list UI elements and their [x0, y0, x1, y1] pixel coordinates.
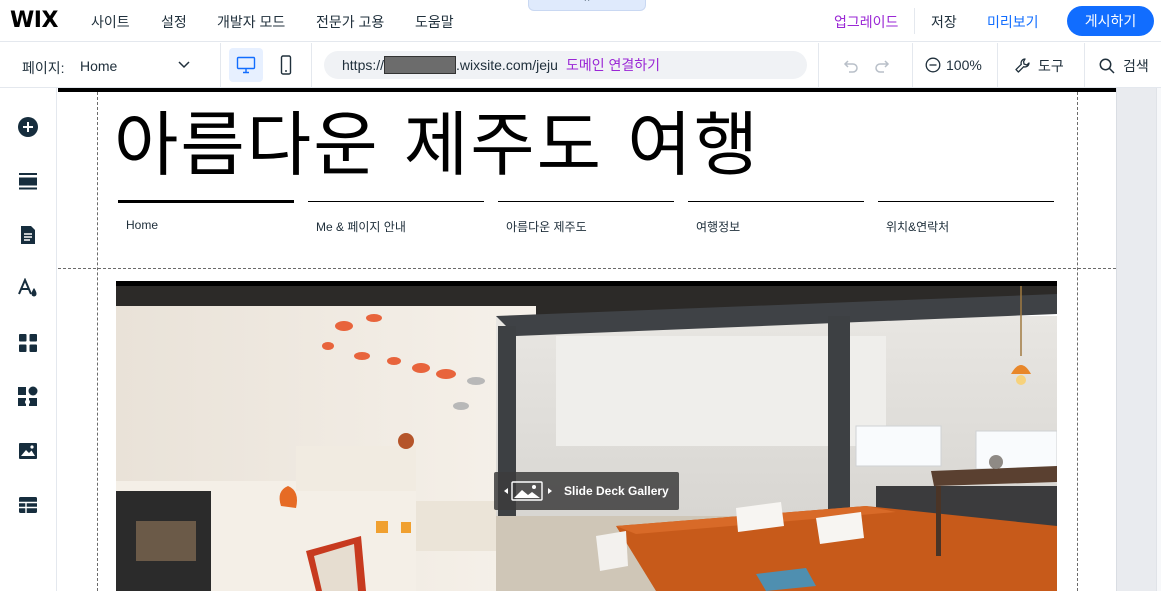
tools-button[interactable]: 도구	[1014, 56, 1064, 76]
menu-site[interactable]: 사이트	[91, 12, 130, 32]
add-elements-button[interactable]	[14, 113, 42, 141]
publish-button[interactable]: 게시하기	[1067, 6, 1154, 36]
add-icon	[18, 117, 38, 137]
menu-dev-mode[interactable]: 개발자 모드	[217, 12, 285, 32]
divider	[818, 43, 819, 88]
url-prefix: https://	[342, 57, 385, 73]
url-redacted	[384, 56, 457, 74]
collapse-topbar-button[interactable]: ⌃	[528, 0, 646, 11]
nav-item-contact[interactable]: 위치&연락처	[878, 201, 1054, 241]
mobile-icon	[280, 55, 292, 75]
sections-icon	[19, 173, 37, 190]
zoom-control[interactable]: 100%	[925, 57, 982, 73]
preview-button[interactable]: 미리보기	[987, 12, 1039, 32]
canvas-right-gutter	[1116, 88, 1161, 591]
nav-item-about[interactable]: Me & 페이지 안내	[308, 201, 484, 241]
divider	[914, 8, 915, 34]
search-button[interactable]: 검색	[1099, 56, 1149, 76]
nav-item-label: 아름다운 제주도	[506, 220, 587, 234]
business-button[interactable]	[14, 383, 42, 411]
wrench-icon	[1015, 58, 1030, 73]
gallery-image	[116, 286, 1057, 591]
pages-menu-button[interactable]	[14, 221, 42, 249]
divider	[220, 43, 221, 88]
business-icon	[18, 386, 38, 406]
redo-icon[interactable]	[873, 56, 893, 76]
menu-settings[interactable]: 설정	[161, 12, 187, 32]
divider	[1084, 43, 1085, 88]
zoom-level: 100%	[946, 57, 982, 73]
slide-deck-gallery[interactable]	[116, 281, 1057, 591]
menu-hire-expert[interactable]: 전문가 고용	[316, 12, 384, 32]
nav-item-home[interactable]: Home	[118, 200, 294, 240]
site-url-bar[interactable]: https:// .wixsite.com/jeju 도메인 연결하기	[324, 51, 807, 79]
divider	[997, 43, 998, 88]
divider	[311, 43, 312, 88]
desktop-view-button[interactable]	[229, 48, 263, 82]
connect-domain-link[interactable]: 도메인 연결하기	[566, 57, 660, 73]
left-sidebar	[0, 88, 57, 591]
table-icon	[19, 497, 37, 513]
media-button[interactable]	[14, 437, 42, 465]
gallery-label: Slide Deck Gallery	[564, 484, 669, 498]
gallery-badge[interactable]: Slide Deck Gallery	[494, 472, 679, 510]
media-icon	[19, 443, 37, 459]
undo-icon[interactable]	[840, 56, 860, 76]
menu-help[interactable]: 도움말	[415, 12, 454, 32]
page-label: 페이지:	[22, 60, 65, 76]
search-icon	[1099, 58, 1115, 74]
design-icon	[18, 278, 37, 297]
site-title[interactable]: 아름다운 제주도 여행	[114, 110, 760, 180]
desktop-icon	[236, 56, 256, 74]
wix-logo[interactable]: WIX	[10, 8, 58, 33]
upgrade-link[interactable]: 업그레이드	[834, 12, 898, 32]
mobile-view-button[interactable]	[272, 48, 300, 82]
site-design-button[interactable]	[14, 275, 42, 303]
nav-item-label: 위치&연락처	[886, 220, 950, 234]
nav-item-jeju[interactable]: 아름다운 제주도	[498, 201, 674, 241]
canvas-scrollbar[interactable]	[1156, 88, 1161, 591]
add-apps-button[interactable]	[14, 329, 42, 357]
apps-icon	[19, 334, 37, 352]
url-suffix: .wixsite.com/jeju	[456, 57, 558, 73]
search-label: 검색	[1123, 58, 1149, 74]
divider	[912, 43, 913, 88]
gridline-right	[1077, 92, 1078, 591]
tools-label: 도구	[1038, 58, 1064, 74]
save-button[interactable]: 저장	[931, 12, 957, 32]
editor-toolbar: 페이지: Home https:// .wixsite.com/jeju 도메인 연…	[0, 43, 1161, 88]
top-menu-bar: WIX 사이트 설정 개발자 모드 전문가 고용 도움말 ⌃ 업그레이드 저장 …	[0, 0, 1161, 42]
chevron-down-icon[interactable]	[176, 56, 192, 72]
header-boundary	[58, 268, 1116, 269]
gallery-icon	[504, 481, 552, 501]
pages-icon	[21, 226, 35, 244]
chevron-up-icon: ⌃	[582, 0, 592, 9]
nav-item-label: 여행정보	[696, 220, 741, 234]
cms-button[interactable]	[14, 491, 42, 519]
nav-item-label: Home	[126, 218, 159, 232]
zoom-out-icon	[925, 57, 941, 73]
nav-item-travel-info[interactable]: 여행정보	[688, 201, 864, 241]
add-section-button[interactable]	[14, 167, 42, 195]
page-select[interactable]: Home	[80, 58, 117, 74]
gridline-left	[97, 92, 98, 591]
nav-item-label: Me & 페이지 안내	[316, 220, 406, 234]
